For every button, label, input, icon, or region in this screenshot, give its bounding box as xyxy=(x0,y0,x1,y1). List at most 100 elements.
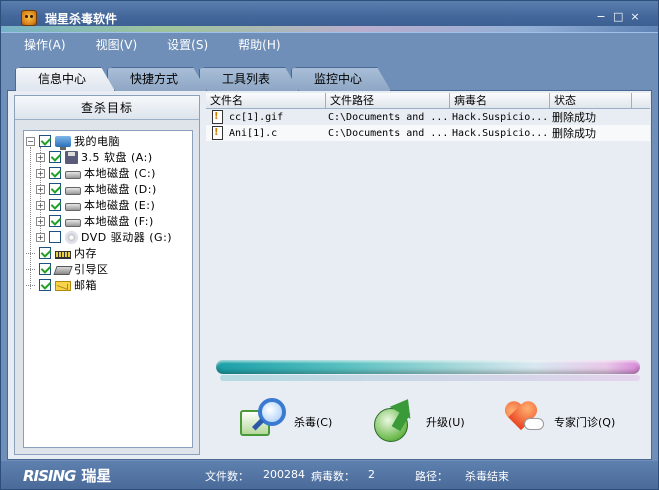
checkbox[interactable] xyxy=(49,231,61,243)
disk-icon xyxy=(65,218,81,227)
tree-item-label: 本地磁盘 (C:) xyxy=(84,167,156,180)
column-filename[interactable]: 文件名 xyxy=(206,93,326,108)
tree-item-drive-c[interactable]: + 本地磁盘 (C:) xyxy=(36,165,156,181)
kill-virus-button[interactable]: 杀毒(C) xyxy=(238,394,332,450)
suspicious-file-icon xyxy=(212,126,223,140)
tree-item-label: 内存 xyxy=(74,247,97,260)
expand-toggle[interactable]: + xyxy=(36,152,45,162)
floppy-icon xyxy=(65,150,78,164)
scan-progress-bar xyxy=(216,360,640,374)
expand-toggle[interactable]: + xyxy=(36,232,45,242)
main-panel: 查杀目标 − 我的电脑 + 3.5 软盘 (A:) + 本地磁盘 (C:) + … xyxy=(7,90,652,460)
tree-item-label: 邮箱 xyxy=(74,279,97,292)
expand-toggle[interactable]: + xyxy=(36,216,45,226)
disk-icon xyxy=(65,170,81,179)
tab-strip: 信息中心 快捷方式 工具列表 监控中心 xyxy=(15,67,391,91)
path-label: 路径： xyxy=(415,470,448,483)
checkbox[interactable] xyxy=(49,183,61,195)
cell-path: C:\Documents and ... xyxy=(328,127,449,139)
expand-toggle[interactable]: + xyxy=(36,200,45,210)
expand-toggle[interactable]: + xyxy=(36,168,45,178)
cell-virus-name: Hack.Suspicio... xyxy=(452,127,549,139)
minimize-button[interactable]: − xyxy=(596,10,606,24)
checkbox[interactable] xyxy=(49,199,61,211)
tree-item-my-computer[interactable]: − 我的电脑 xyxy=(26,133,120,150)
scan-target-tree: − 我的电脑 + 3.5 软盘 (A:) + 本地磁盘 (C:) + 本地磁盘 … xyxy=(23,130,193,448)
menu-operate[interactable]: 操作(A) xyxy=(1,34,74,56)
expert-clinic-label: 专家门诊(Q) xyxy=(554,416,616,429)
menu-settings[interactable]: 设置(S) xyxy=(137,34,216,56)
expert-clinic-button[interactable]: 专家门诊(Q) xyxy=(498,394,615,450)
tab-monitor-center[interactable]: 监控中心 xyxy=(291,67,391,91)
tree-item-drive-g[interactable]: + DVD 驱动器 (G:) xyxy=(36,229,172,245)
tree-item-label: 本地磁盘 (D:) xyxy=(84,183,157,196)
upgrade-button[interactable]: 升级(U) xyxy=(370,393,465,450)
table-row[interactable]: cc[1].gif C:\Documents and ... Hack.Susp… xyxy=(206,109,650,125)
checkbox[interactable] xyxy=(39,279,51,291)
heart-hand-icon xyxy=(498,396,550,448)
magnifier-scan-icon xyxy=(238,396,290,448)
virus-result-list[interactable]: 文件名 文件路径 病毒名 状态 cc[1].gif C:\Documents a… xyxy=(206,93,650,347)
column-path[interactable]: 文件路径 xyxy=(326,93,450,108)
checkbox[interactable] xyxy=(49,167,61,179)
window-title: 瑞星杀毒软件 xyxy=(45,12,118,26)
scan-target-title: 查杀目标 xyxy=(15,96,199,120)
close-button[interactable]: × xyxy=(630,10,640,24)
checkbox[interactable] xyxy=(39,247,51,259)
tree-item-label: 我的电脑 xyxy=(74,135,120,148)
path-status: 杀毒结束 xyxy=(465,470,509,483)
rising-logo: RISING 瑞星 xyxy=(23,467,112,485)
upgrade-label: 升级(U) xyxy=(426,416,465,429)
computer-icon xyxy=(55,135,71,150)
tab-info-center[interactable]: 信息中心 xyxy=(15,67,115,91)
disk-icon xyxy=(65,186,81,195)
menu-view[interactable]: 视图(V) xyxy=(66,34,146,56)
scan-target-panel: 查杀目标 − 我的电脑 + 3.5 软盘 (A:) + 本地磁盘 (C:) + … xyxy=(14,95,200,455)
virus-count: 2 xyxy=(368,468,375,481)
app-window: 瑞星杀毒软件 − □ × 操作(A) 视图(V) 设置(S) 帮助(H) 信息中… xyxy=(0,0,659,490)
tree-item-drive-a[interactable]: + 3.5 软盘 (A:) xyxy=(36,149,153,165)
menu-bar: 操作(A) 视图(V) 设置(S) 帮助(H) xyxy=(1,34,658,56)
checkbox[interactable] xyxy=(39,135,51,147)
cell-filename: cc[1].gif xyxy=(229,111,284,123)
checkbox[interactable] xyxy=(49,151,61,163)
memory-icon xyxy=(55,250,71,259)
tree-item-boot-sector[interactable]: 引导区 xyxy=(26,261,109,277)
expand-toggle[interactable]: + xyxy=(36,184,45,194)
cell-path: C:\Documents and ... xyxy=(328,111,449,123)
status-bar: RISING 瑞星 文件数： 200284 病毒数： 2 路径： 杀毒结束 xyxy=(1,461,658,489)
tree-item-label: 本地磁盘 (F:) xyxy=(84,215,154,228)
collapse-toggle[interactable]: − xyxy=(26,136,35,146)
menu-help[interactable]: 帮助(H) xyxy=(208,34,288,56)
virus-count-label: 病毒数： xyxy=(311,470,355,483)
tree-item-label: 本地磁盘 (E:) xyxy=(84,199,156,212)
title-bar[interactable]: 瑞星杀毒软件 − □ × xyxy=(1,1,658,33)
tree-item-memory[interactable]: 内存 xyxy=(26,245,97,261)
dvd-icon xyxy=(65,230,78,244)
tab-tools[interactable]: 工具列表 xyxy=(199,67,299,91)
tree-item-mailbox[interactable]: 邮箱 xyxy=(26,277,97,293)
cell-virus-name: Hack.Suspicio... xyxy=(452,111,549,123)
column-status[interactable]: 状态 xyxy=(550,93,632,108)
mail-icon xyxy=(55,281,71,291)
boot-sector-icon xyxy=(53,265,73,275)
cell-status: 删除成功 xyxy=(552,111,596,124)
checkbox[interactable] xyxy=(49,215,61,227)
table-row[interactable]: Ani[1].c C:\Documents and ... Hack.Suspi… xyxy=(206,125,650,141)
list-header: 文件名 文件路径 病毒名 状态 xyxy=(206,93,650,109)
tree-item-label: DVD 驱动器 (G:) xyxy=(81,231,173,244)
files-count: 200284 xyxy=(263,468,305,481)
maximize-button[interactable]: □ xyxy=(613,10,623,24)
disk-icon xyxy=(65,202,81,211)
tab-shortcuts[interactable]: 快捷方式 xyxy=(107,67,207,91)
tree-item-drive-f[interactable]: + 本地磁盘 (F:) xyxy=(36,213,154,229)
tree-item-label: 3.5 软盘 (A:) xyxy=(81,151,153,164)
tree-item-drive-e[interactable]: + 本地磁盘 (E:) xyxy=(36,197,155,213)
checkbox[interactable] xyxy=(39,263,51,275)
tree-item-label: 引导区 xyxy=(74,263,109,276)
tree-item-drive-d[interactable]: + 本地磁盘 (D:) xyxy=(36,181,157,197)
cell-filename: Ani[1].c xyxy=(229,127,278,139)
cell-status: 删除成功 xyxy=(552,127,596,140)
suspicious-file-icon xyxy=(212,110,223,124)
column-virus-name[interactable]: 病毒名 xyxy=(450,93,550,108)
